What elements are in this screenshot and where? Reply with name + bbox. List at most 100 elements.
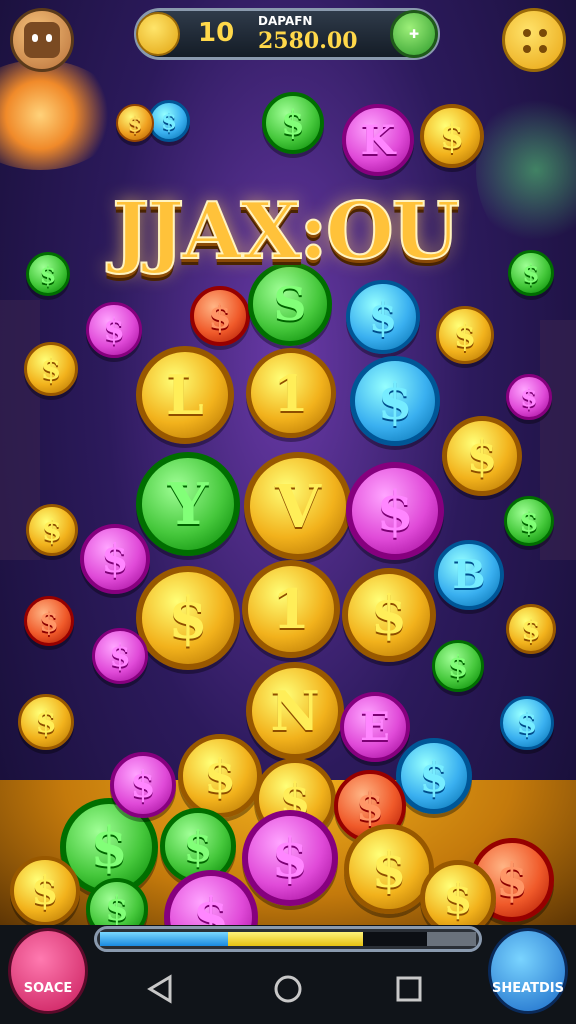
coin[interactable]: $ (80, 524, 150, 594)
progress-segment-gray (427, 932, 476, 946)
coin-glyph: E (360, 704, 390, 750)
coin-glyph: $ (466, 430, 498, 482)
coin-glyph: $ (168, 584, 208, 652)
coin[interactable]: $ (504, 496, 554, 546)
coin[interactable]: $ (342, 568, 436, 662)
coin-glyph: $ (101, 536, 129, 582)
coin[interactable]: $ (506, 604, 556, 654)
coin-glyph: $ (39, 259, 57, 289)
coin-glyph: $ (35, 704, 57, 740)
coin-glyph: Y (167, 470, 209, 538)
score-button[interactable]: SOACE (8, 928, 88, 1014)
coin[interactable]: $ (442, 416, 522, 496)
coin[interactable]: $ (178, 734, 262, 818)
coin[interactable]: N (246, 662, 344, 760)
coin-glyph: $ (516, 705, 538, 741)
score-button-label: SOACE (23, 980, 73, 996)
coin-glyph: $ (447, 649, 469, 683)
coin[interactable]: E (340, 692, 410, 762)
coin-glyph: $ (281, 103, 305, 143)
coin[interactable]: V (244, 452, 352, 560)
game-title: JJAX:OU (111, 185, 461, 278)
coin[interactable]: $ (436, 306, 494, 364)
coin[interactable]: $ (242, 810, 338, 906)
coin[interactable]: $ (24, 342, 78, 396)
coin[interactable]: K (342, 104, 414, 176)
coin-glyph: $ (41, 513, 63, 547)
coin[interactable]: $ (92, 628, 148, 684)
green-glow (476, 90, 576, 250)
coin-glyph: $ (127, 110, 143, 136)
coin[interactable]: $ (10, 856, 80, 926)
coin-glyph: $ (103, 312, 125, 348)
coin-glyph: 1 (273, 363, 309, 423)
coin-glyph: $ (271, 827, 309, 889)
profile-button[interactable] (10, 8, 74, 72)
coin-count: 10 (198, 18, 235, 48)
add-currency-button[interactable]: ✚ (390, 10, 438, 58)
menu-dot-icon (539, 29, 547, 37)
coin-glyph: S (273, 277, 307, 331)
coin[interactable]: $ (262, 92, 324, 154)
menu-button[interactable] (502, 8, 566, 72)
coin-glyph: $ (519, 504, 539, 538)
coin-glyph: 1 (272, 577, 310, 641)
coin[interactable]: $ (190, 286, 250, 346)
coin-glyph: $ (39, 604, 59, 638)
coin[interactable]: Y (136, 452, 240, 556)
coin[interactable]: $ (148, 100, 190, 142)
coin[interactable]: $ (396, 738, 472, 814)
coin-glyph: $ (453, 316, 477, 354)
recents-nav-icon[interactable] (392, 972, 426, 1006)
coin[interactable]: $ (136, 566, 240, 670)
coin[interactable]: $ (500, 696, 554, 750)
coin-glyph: V (275, 471, 321, 541)
coin[interactable]: L (136, 346, 234, 444)
back-nav-icon[interactable] (144, 972, 178, 1006)
coin[interactable]: $ (346, 280, 420, 354)
coin-icon (136, 12, 180, 56)
sheets-button-label: SHEATDIS (491, 980, 565, 996)
coin-glyph: $ (376, 479, 414, 543)
coin[interactable]: $ (116, 104, 154, 142)
balance-label: DAPAFN (258, 14, 313, 28)
coin-glyph: $ (371, 839, 407, 899)
lantern-glow (0, 60, 120, 170)
menu-dot-icon (523, 29, 531, 37)
coin-glyph: $ (130, 764, 156, 806)
coin-glyph: K (360, 116, 396, 164)
coin[interactable]: $ (110, 752, 176, 818)
sheets-button[interactable]: SHEATDIS (488, 928, 568, 1014)
coin-glyph: $ (419, 751, 449, 801)
coin[interactable]: $ (350, 356, 440, 446)
coin[interactable]: $ (26, 252, 70, 296)
coin-glyph: $ (109, 638, 131, 674)
coin-glyph: $ (522, 258, 540, 288)
coin[interactable]: $ (432, 640, 484, 692)
avatar-icon (24, 22, 60, 58)
coin[interactable]: $ (508, 250, 554, 296)
coin-glyph: $ (183, 821, 213, 871)
balance-amount: 2580.00 (258, 28, 358, 54)
gear-icon: ✚ (408, 27, 420, 41)
coin-glyph: $ (521, 612, 541, 646)
coin[interactable]: $ (26, 504, 78, 556)
coin-glyph: $ (105, 889, 129, 929)
coin[interactable]: $ (346, 462, 444, 560)
coin-glyph: $ (495, 853, 528, 907)
coin-glyph: N (270, 679, 320, 743)
home-nav-icon[interactable] (271, 972, 305, 1006)
coin[interactable]: B (434, 540, 504, 610)
coin[interactable]: $ (18, 694, 74, 750)
coin[interactable]: $ (24, 596, 74, 646)
coin[interactable]: 1 (246, 348, 336, 438)
coin-glyph: $ (520, 382, 538, 412)
coin-glyph: $ (208, 296, 232, 336)
progress-bar (94, 926, 482, 952)
coin[interactable]: $ (86, 302, 142, 358)
coin[interactable]: $ (420, 104, 484, 168)
coin[interactable]: $ (506, 374, 552, 420)
coin-glyph: $ (40, 351, 62, 387)
coin[interactable]: 1 (242, 560, 340, 658)
progress-segment-blue (100, 932, 228, 946)
